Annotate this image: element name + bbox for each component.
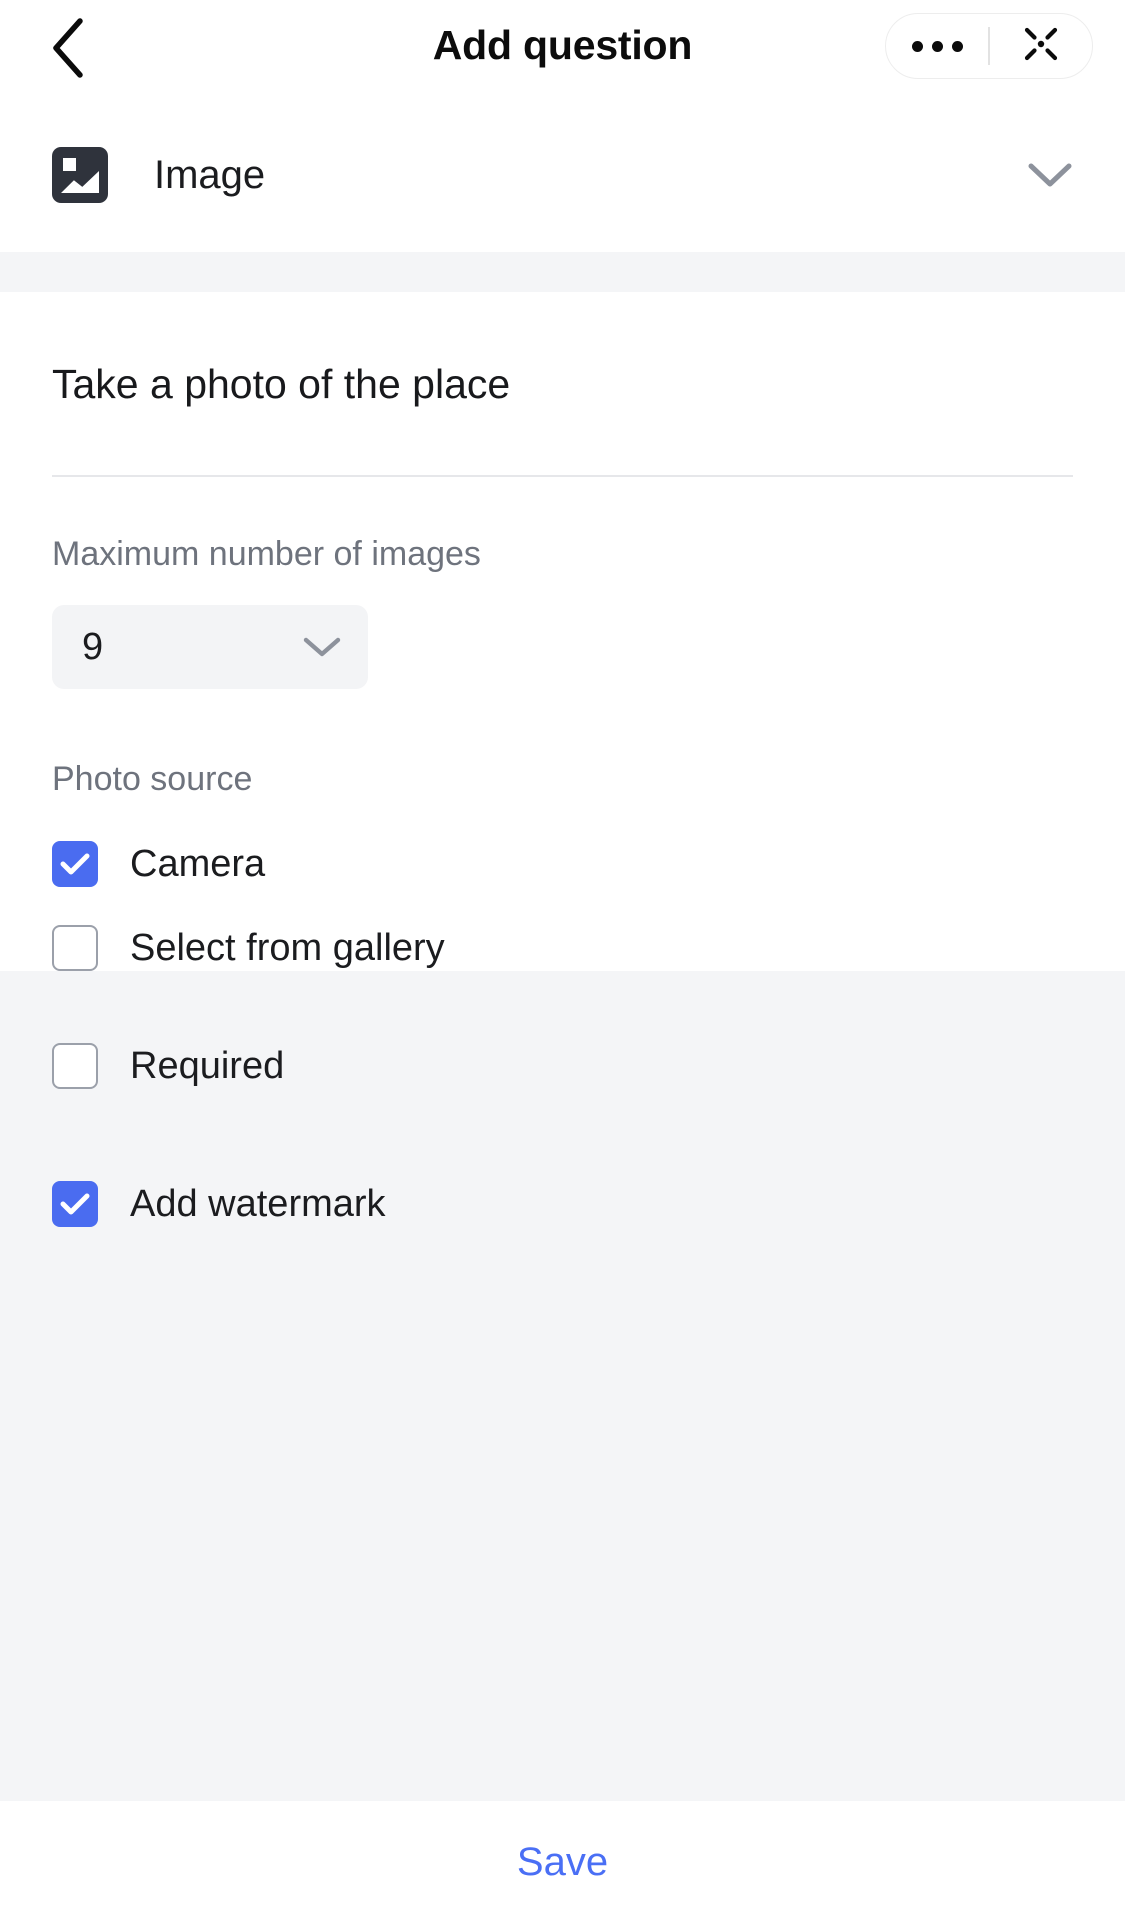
photo-source-option-camera[interactable]: Camera	[52, 841, 1073, 888]
question-title-field[interactable]: Take a photo of the place	[52, 292, 1073, 409]
close-button[interactable]	[990, 14, 1092, 78]
title-divider	[52, 475, 1073, 477]
app-screen: Add question Image Take a photo of the p…	[0, 0, 1125, 1923]
max-images-label: Maximum number of images	[52, 534, 481, 573]
photo-source-option-label: Camera	[130, 843, 266, 886]
max-images-select[interactable]: 9	[52, 604, 368, 689]
checkbox-checked-icon[interactable]	[52, 1181, 98, 1228]
chevron-down-icon	[302, 635, 342, 659]
more-dots-icon	[911, 40, 963, 52]
setting-label: Add watermark	[130, 1183, 386, 1226]
checkbox-checked-icon[interactable]	[52, 841, 98, 888]
checkbox-unchecked-icon[interactable]	[52, 925, 98, 972]
chevron-down-icon[interactable]	[1027, 161, 1073, 189]
more-button[interactable]	[886, 14, 988, 78]
wechat-capsule	[885, 13, 1093, 79]
question-settings-card: Required Add watermark	[0, 971, 1125, 1801]
photo-source-option-label: Select from gallery	[130, 927, 445, 970]
photo-source-option-gallery[interactable]: Select from gallery	[52, 925, 1073, 972]
save-button[interactable]: Save	[477, 1828, 648, 1896]
max-images-value: 9	[82, 625, 104, 668]
setting-label: Required	[130, 1045, 285, 1088]
header-bar: Add question	[0, 0, 1125, 98]
question-type-label: Image	[154, 153, 266, 197]
checkbox-unchecked-icon[interactable]	[52, 1043, 98, 1090]
close-target-icon	[1020, 23, 1062, 70]
image-icon	[52, 147, 108, 203]
question-type-row[interactable]: Image	[0, 98, 1125, 252]
setting-add-watermark[interactable]: Add watermark	[52, 1181, 1073, 1228]
photo-source-label: Photo source	[52, 759, 253, 798]
footer-bar: Save	[0, 1801, 1125, 1923]
setting-required[interactable]: Required	[52, 1043, 1073, 1090]
section-spacer	[0, 252, 1125, 292]
question-form-card: Take a photo of the place Maximum number…	[0, 292, 1125, 972]
